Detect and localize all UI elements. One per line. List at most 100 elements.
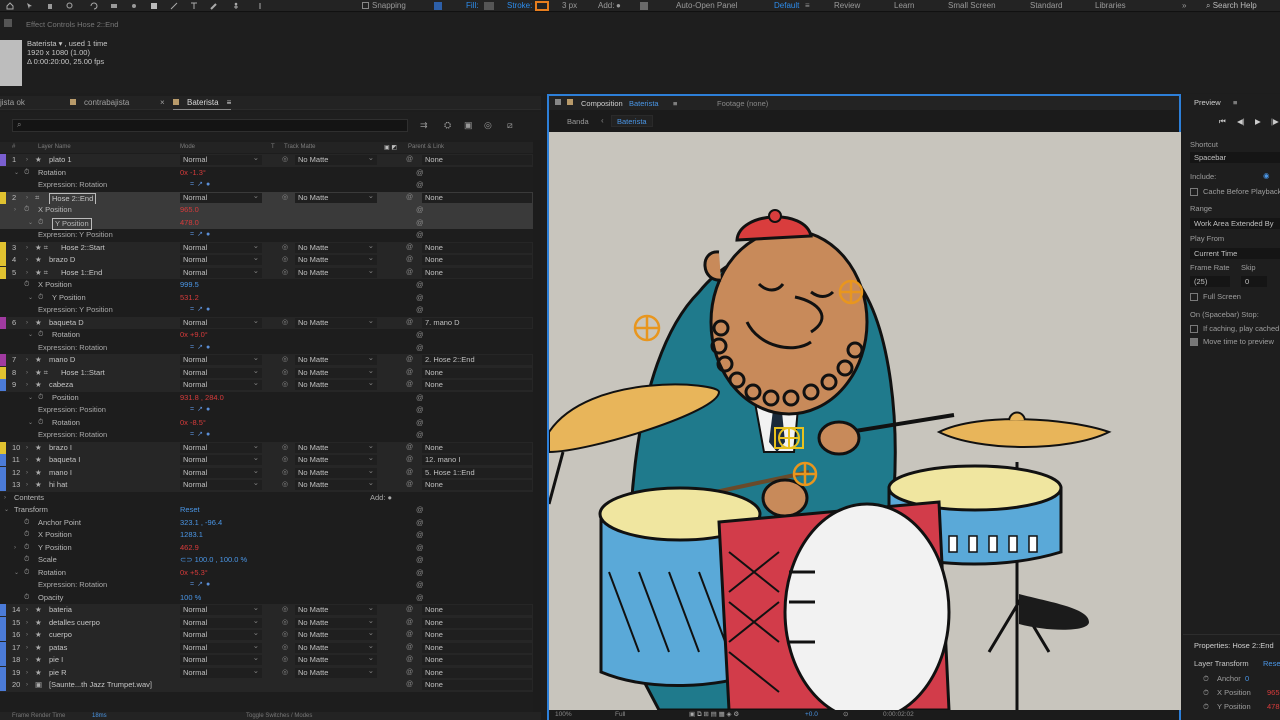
layer-name[interactable]: detalles cuerpo bbox=[49, 617, 100, 629]
rectangle-tool-icon[interactable] bbox=[150, 2, 158, 10]
parent-pick-whip-icon[interactable]: @ bbox=[406, 468, 413, 478]
expression-row[interactable]: Expression: Rotation =↗● @ bbox=[0, 429, 541, 442]
label-color-swatch[interactable] bbox=[0, 479, 6, 491]
preserve-transparency-icon[interactable]: ◎ bbox=[282, 380, 292, 390]
label-color-swatch[interactable] bbox=[0, 266, 6, 279]
property-value[interactable]: 100 % bbox=[180, 592, 201, 604]
track-matte-dropdown[interactable]: No Matte bbox=[295, 466, 377, 478]
property-row[interactable]: › ⏱ Y Position 462.9 @ bbox=[0, 542, 541, 555]
twirl-chevron-icon[interactable]: ⌄ bbox=[28, 329, 33, 341]
stopwatch-icon[interactable]: ⏱ bbox=[24, 529, 29, 541]
label-color-swatch[interactable] bbox=[0, 366, 6, 379]
layer-row[interactable]: › 20 ▣ [Saunte...th Jazz Trumpet.wav] @ None bbox=[0, 679, 541, 692]
parent-dropdown[interactable]: None bbox=[422, 655, 532, 665]
twirl-chevron-icon[interactable]: › bbox=[26, 604, 28, 616]
parent-pick-whip-icon[interactable]: @ bbox=[406, 618, 413, 628]
puppet-tool-icon[interactable] bbox=[232, 2, 240, 10]
parent-dropdown[interactable]: 2. Hose 2::End bbox=[422, 355, 532, 365]
motion-blur-icon[interactable]: ◎ bbox=[484, 120, 492, 131]
label-color-swatch[interactable] bbox=[0, 466, 6, 479]
expression-pick-whip-icon[interactable]: @ bbox=[416, 592, 424, 604]
parent-pick-whip-icon[interactable]: @ bbox=[406, 480, 413, 490]
play-from-dropdown[interactable]: Current Time bbox=[1190, 248, 1280, 259]
expression-tools-icons[interactable]: =↗● bbox=[190, 579, 213, 591]
workspace-learn[interactable]: Learn bbox=[894, 1, 914, 11]
viewer-controls-icons[interactable]: ▣ ⧉ ⊞ ▤ ▦ ◈ ⚙ bbox=[689, 710, 739, 719]
anchor-value[interactable]: 0 bbox=[1245, 674, 1249, 683]
comp-tab-label[interactable]: Composition bbox=[581, 99, 623, 108]
label-color-swatch[interactable] bbox=[0, 379, 6, 391]
include-video-icon[interactable]: ◉ bbox=[1263, 171, 1270, 180]
layer-name[interactable]: baqueta I bbox=[49, 454, 80, 466]
expression-tools-icons[interactable]: =↗● bbox=[190, 342, 213, 354]
preserve-transparency-icon[interactable]: ◎ bbox=[282, 655, 292, 665]
zoom-tool-icon[interactable] bbox=[66, 2, 74, 10]
expression-pick-whip-icon[interactable]: @ bbox=[416, 429, 424, 441]
layer-name[interactable]: baqueta D bbox=[49, 317, 84, 329]
twirl-chevron-icon[interactable]: › bbox=[26, 642, 28, 654]
footage-tab[interactable]: Footage (none) bbox=[717, 99, 768, 108]
layer-row[interactable]: › 4 ★ brazo D Normal ◎No Matte @ None bbox=[0, 253, 541, 267]
blend-mode-dropdown[interactable]: Normal bbox=[180, 666, 262, 678]
rotate-tool-icon[interactable] bbox=[90, 2, 98, 10]
track-matte-dropdown[interactable]: No Matte bbox=[295, 253, 377, 265]
preserve-transparency-icon[interactable]: ◎ bbox=[282, 480, 292, 490]
parent-pick-whip-icon[interactable]: @ bbox=[406, 655, 413, 665]
twirl-chevron-icon[interactable]: › bbox=[14, 542, 16, 554]
expression-pick-whip-icon[interactable]: @ bbox=[416, 304, 424, 316]
property-row[interactable]: ⏱ X Position 999.5 @ bbox=[0, 279, 541, 292]
parent-dropdown[interactable]: None bbox=[422, 642, 532, 653]
layer-name[interactable]: Hose 1::Start bbox=[61, 367, 105, 379]
blend-mode-dropdown[interactable]: Normal bbox=[180, 241, 262, 253]
track-matte-dropdown[interactable]: No Matte bbox=[295, 241, 377, 253]
property-value[interactable]: 965.0 bbox=[180, 204, 199, 216]
layer-row[interactable]: › 7 ★ mano D Normal ◎No Matte @2. Hose 2::End bbox=[0, 353, 541, 367]
expression-tools-icons[interactable]: =↗● bbox=[190, 429, 213, 441]
track-matte-dropdown[interactable]: No Matte bbox=[295, 366, 377, 378]
twirl-chevron-icon[interactable]: › bbox=[26, 154, 28, 166]
layer-row[interactable]: › 8 ★ ⌗ Hose 1::Start Normal ◎No Matte @ None bbox=[0, 366, 541, 379]
twirl-chevron-icon[interactable]: › bbox=[26, 379, 28, 391]
expression-row[interactable]: Expression: Rotation =↗● @ bbox=[0, 579, 541, 592]
label-color-swatch[interactable] bbox=[0, 604, 6, 616]
twirl-chevron-icon[interactable]: ⌄ bbox=[4, 504, 9, 516]
label-color-swatch[interactable] bbox=[0, 679, 6, 691]
label-color-swatch[interactable] bbox=[0, 454, 6, 466]
label-color-swatch[interactable] bbox=[0, 666, 6, 679]
expression-pick-whip-icon[interactable]: @ bbox=[416, 292, 424, 304]
expression-pick-whip-icon[interactable]: @ bbox=[416, 179, 424, 191]
stroke-width-value[interactable]: 3 px bbox=[562, 1, 577, 11]
property-row[interactable]: ⏱ X Position 1283.1 @ bbox=[0, 529, 541, 542]
twirl-chevron-icon[interactable]: › bbox=[26, 679, 28, 691]
expression-pick-whip-icon[interactable]: @ bbox=[416, 542, 424, 554]
pen-tool-icon[interactable] bbox=[170, 2, 178, 10]
twirl-chevron-icon[interactable]: › bbox=[14, 204, 16, 216]
tab-contrabajista[interactable]: contrabajista bbox=[70, 96, 129, 110]
workspace-small-screen[interactable]: Small Screen bbox=[948, 1, 996, 11]
first-frame-icon[interactable]: ⏮ bbox=[1219, 117, 1226, 127]
parent-dropdown[interactable]: None bbox=[422, 192, 532, 203]
blend-mode-dropdown[interactable]: Normal bbox=[180, 366, 262, 378]
layer-name[interactable]: brazo D bbox=[49, 254, 75, 266]
blend-mode-dropdown[interactable]: Normal bbox=[180, 603, 262, 615]
breadcrumb-baterista[interactable]: Baterista bbox=[611, 115, 653, 127]
expression-pick-whip-icon[interactable]: @ bbox=[416, 504, 424, 516]
xpos-stopwatch-icon[interactable]: ⏱ bbox=[1203, 688, 1209, 698]
track-matte-dropdown[interactable]: No Matte bbox=[295, 153, 377, 165]
property-row[interactable]: ⌄ ⏱ Rotation 0x +9.0° @ bbox=[0, 329, 541, 342]
parent-dropdown[interactable]: None bbox=[422, 442, 532, 453]
parent-dropdown[interactable]: None bbox=[422, 367, 532, 378]
pin-tool-icon[interactable] bbox=[256, 2, 264, 10]
preserve-transparency-icon[interactable]: ◎ bbox=[282, 368, 292, 378]
stopwatch-icon[interactable]: ⏱ bbox=[24, 554, 29, 566]
twirl-chevron-icon[interactable]: › bbox=[26, 242, 28, 254]
property-value[interactable]: 0x -8.5° bbox=[180, 417, 206, 429]
parent-pick-whip-icon[interactable]: @ bbox=[406, 155, 413, 165]
expression-row[interactable]: Expression: Rotation =↗● @ bbox=[0, 342, 541, 355]
expression-pick-whip-icon[interactable]: @ bbox=[416, 529, 424, 541]
stopwatch-icon[interactable]: ⏱ bbox=[38, 329, 43, 341]
twirl-chevron-icon[interactable]: ⌄ bbox=[28, 417, 33, 429]
preserve-transparency-icon[interactable]: ◎ bbox=[282, 618, 292, 628]
parent-dropdown[interactable]: None bbox=[422, 617, 532, 628]
ypos-stopwatch-icon[interactable]: ⏱ bbox=[1203, 702, 1209, 712]
